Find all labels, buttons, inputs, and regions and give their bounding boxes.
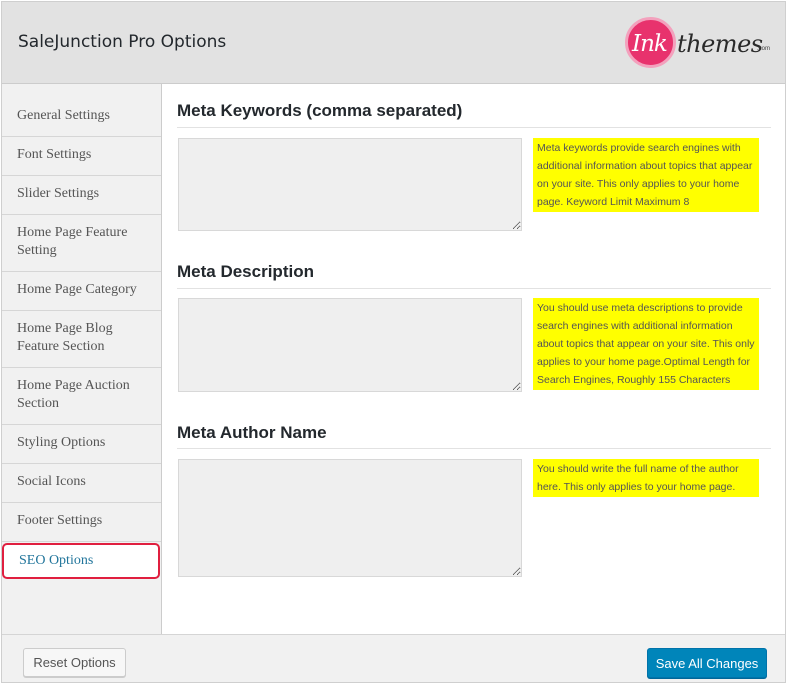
meta-description-title: Meta Description xyxy=(177,262,314,281)
sidebar-item-general-settings[interactable]: General Settings xyxy=(2,84,161,137)
meta-author-hint: You should write the full name of the au… xyxy=(533,459,759,497)
sidebar-item-label: Styling Options xyxy=(17,435,106,450)
sidebar-item-label: Social Icons xyxy=(17,474,86,489)
sidebar-item-label: Home Page Blog Feature Section xyxy=(17,321,113,354)
logo-word: themes xyxy=(677,30,763,58)
meta-keywords-field[interactable] xyxy=(178,138,522,231)
options-panel: SaleJunction Pro Options Ink themes .com… xyxy=(1,1,786,683)
meta-description-field[interactable] xyxy=(178,298,522,392)
sidebar-item-label: Slider Settings xyxy=(17,186,100,201)
meta-keywords-title: Meta Keywords (comma separated) xyxy=(177,101,463,120)
sidebar-item-label: Home Page Auction Section xyxy=(17,378,130,411)
sidebar-item-label: SEO Options xyxy=(19,553,94,568)
sidebar-item-styling-options[interactable]: Styling Options xyxy=(2,425,161,464)
save-all-changes-button[interactable]: Save All Changes xyxy=(647,648,767,678)
options-header: SaleJunction Pro Options Ink themes .com xyxy=(2,2,785,84)
sidebar-item-slider-settings[interactable]: Slider Settings xyxy=(2,176,161,215)
meta-description-hint: You should use meta descriptions to prov… xyxy=(533,298,759,390)
sidebar-item-footer-settings[interactable]: Footer Settings xyxy=(2,503,161,542)
sidebar-item-font-settings[interactable]: Font Settings xyxy=(2,137,161,176)
section-divider xyxy=(177,448,771,449)
logo-suffix: .com xyxy=(757,46,771,52)
sidebar-item-label: General Settings xyxy=(17,108,110,123)
sidebar-item-home-blog-feature[interactable]: Home Page Blog Feature Section xyxy=(2,311,161,368)
sidebar-item-seo-options[interactable]: SEO Options xyxy=(2,543,160,579)
page-title: SaleJunction Pro Options xyxy=(18,32,227,52)
options-sidebar: General Settings Font Settings Slider Se… xyxy=(2,84,162,634)
sidebar-item-home-category[interactable]: Home Page Category xyxy=(2,272,161,311)
sidebar-item-label: Home Page Feature Setting xyxy=(17,225,128,258)
section-divider xyxy=(177,127,771,128)
reset-options-button[interactable]: Reset Options xyxy=(23,648,126,677)
sidebar-item-label: Font Settings xyxy=(17,147,92,162)
options-content: Meta Keywords (comma separated) Meta key… xyxy=(163,84,785,634)
sidebar-item-label: Home Page Category xyxy=(17,282,137,297)
section-divider xyxy=(177,288,771,289)
sidebar-item-home-auction[interactable]: Home Page Auction Section xyxy=(2,368,161,425)
sidebar-item-home-feature-setting[interactable]: Home Page Feature Setting xyxy=(2,215,161,272)
meta-author-title: Meta Author Name xyxy=(177,423,327,442)
sidebar-item-social-icons[interactable]: Social Icons xyxy=(2,464,161,503)
logo-mark: Ink xyxy=(632,31,668,57)
meta-keywords-hint: Meta keywords provide search engines wit… xyxy=(533,138,759,212)
inkthemes-logo: Ink themes .com xyxy=(625,17,775,69)
meta-author-field[interactable] xyxy=(178,459,522,577)
options-footer: Reset Options Save All Changes xyxy=(2,634,785,682)
logo-circle: Ink xyxy=(625,17,676,68)
sidebar-item-label: Footer Settings xyxy=(17,513,103,528)
